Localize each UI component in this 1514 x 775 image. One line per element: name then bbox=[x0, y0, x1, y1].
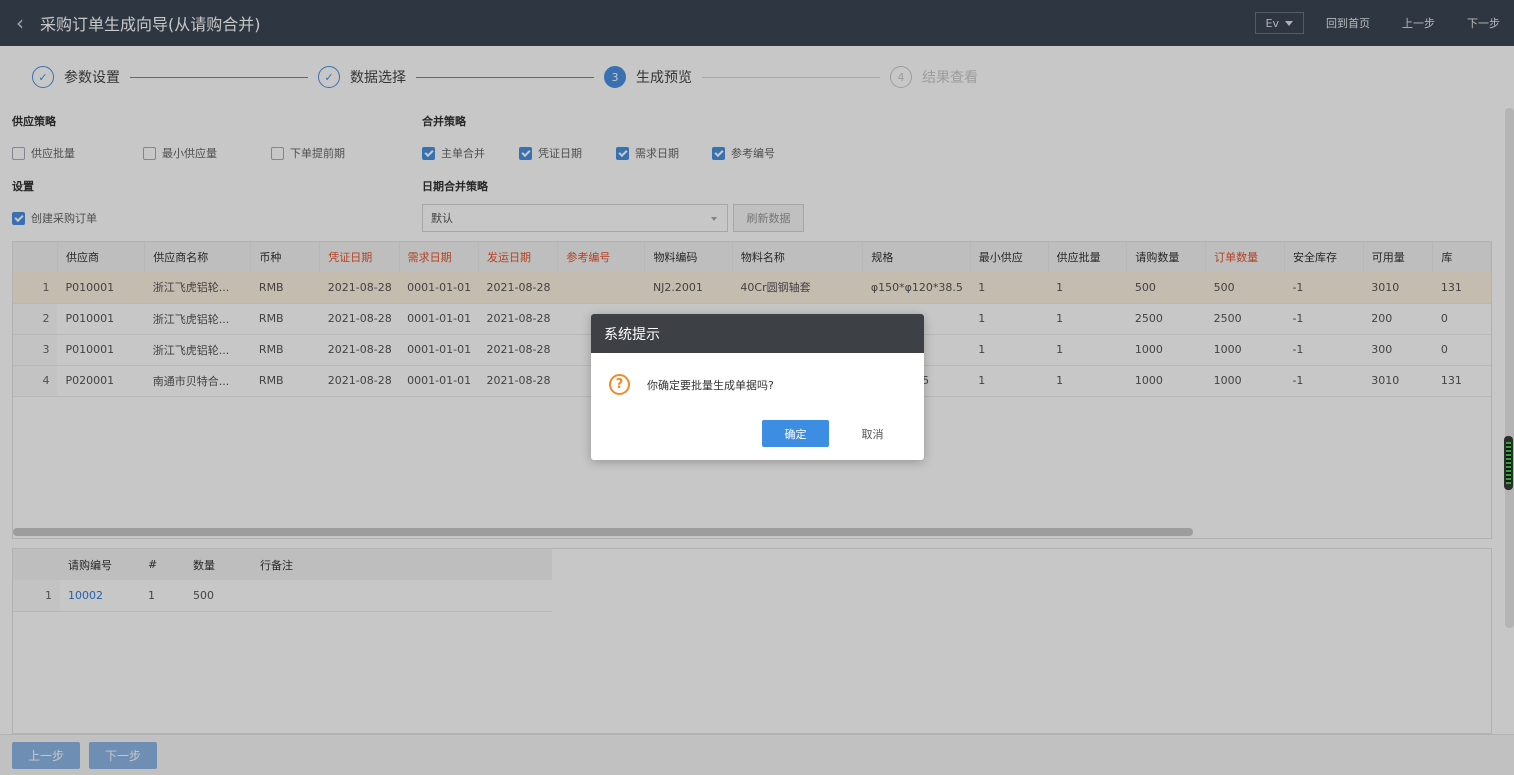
confirm-button[interactable]: 确定 bbox=[762, 420, 829, 447]
question-icon: ? bbox=[609, 374, 630, 395]
dialog-body: ? 你确定要批量生成单据吗? bbox=[609, 374, 774, 395]
dialog-message: 你确定要批量生成单据吗? bbox=[647, 378, 774, 392]
confirm-dialog: 系统提示 ? 你确定要批量生成单据吗? 确定 取消 bbox=[591, 314, 924, 460]
dialog-title: 系统提示 bbox=[591, 314, 924, 353]
cancel-button[interactable]: 取消 bbox=[839, 420, 906, 447]
